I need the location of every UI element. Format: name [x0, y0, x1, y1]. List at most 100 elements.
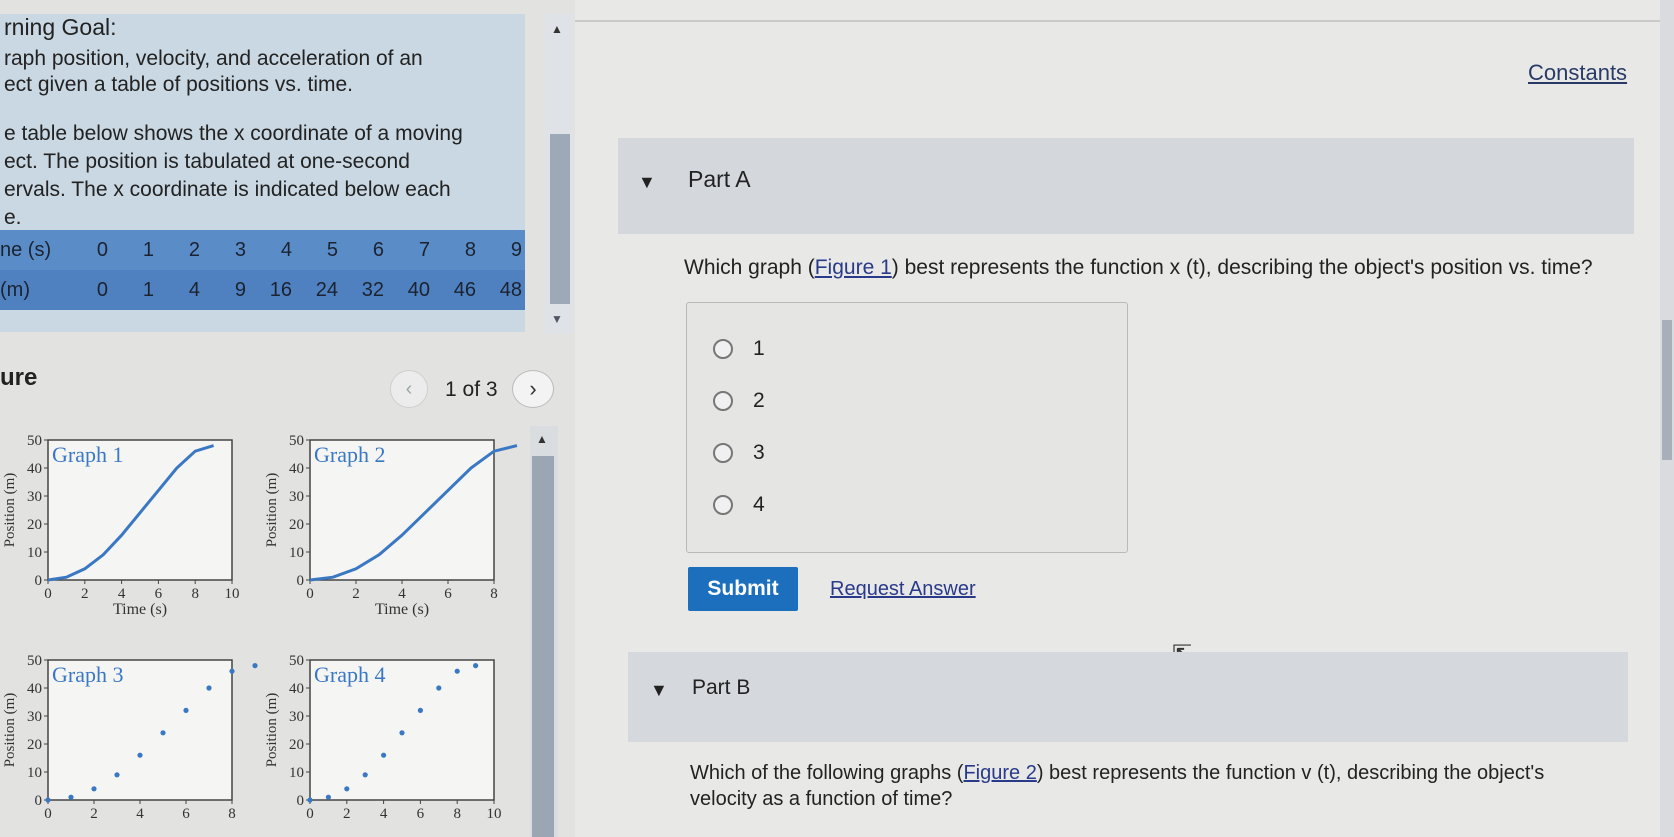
- figure-1-link[interactable]: Figure 1: [815, 256, 892, 279]
- goal-scrollbar[interactable]: ▲ ▼: [545, 14, 573, 334]
- data-point: [307, 797, 313, 803]
- scroll-up-icon[interactable]: ▲: [551, 22, 563, 36]
- y-tick-label: 0: [35, 793, 43, 809]
- time-cell: 7: [418, 238, 430, 261]
- goal-line-1: raph position, velocity, and acceleratio…: [4, 47, 423, 70]
- data-point: [381, 752, 387, 758]
- data-point: [160, 730, 166, 736]
- graph-svg: 50 40 30 20 10 00 2 4 6 8 Graph 2 Position (m) Time …: [264, 433, 518, 618]
- graph-label: Graph 3: [52, 662, 123, 687]
- intro-line-2: ect. The position is tabulated at one-se…: [4, 150, 410, 173]
- y-axis-label: Position (m): [2, 473, 18, 548]
- x-tick-label: 4: [380, 806, 388, 822]
- y-tick-label: 30: [27, 709, 42, 725]
- page: { "goal": { "title": "rning Goal:", "lin…: [0, 0, 1674, 837]
- choice-label: 2: [753, 389, 765, 412]
- graph-label: Graph 1: [52, 442, 123, 467]
- time-cell: 5: [326, 238, 338, 261]
- intro-line-1: e table below shows the x coordinate of …: [4, 122, 463, 145]
- x-tick-label: 0: [44, 586, 52, 602]
- constants-link[interactable]: Constants: [1528, 60, 1627, 86]
- radio-button[interactable]: [713, 339, 733, 359]
- graph-3: 50 40 30 20 10 0 0 2 4 6 8 Graph 3 Position (m): [0, 650, 258, 837]
- y-tick-label: 40: [27, 461, 42, 477]
- graph-svg: 50 40 30 20 10 00 2 4 6 8 Graph 3 Position (m): [2, 653, 258, 822]
- scroll-thumb[interactable]: [532, 456, 554, 837]
- y-tick-label: 40: [289, 461, 304, 477]
- x-tick-label: 2: [352, 586, 360, 602]
- chevron-left-icon: ‹: [405, 378, 413, 400]
- part-b-label: Part B: [692, 676, 751, 699]
- choice-2[interactable]: 2: [713, 389, 765, 413]
- y-tick-label: 30: [27, 489, 42, 505]
- choice-3[interactable]: 3: [713, 441, 765, 465]
- question-text: Which graph (: [684, 256, 815, 279]
- y-tick-label: 10: [27, 545, 42, 561]
- part-b-header[interactable]: ▼ Part B: [628, 652, 1628, 742]
- caret-down-icon: ▼: [638, 172, 656, 192]
- data-point: [91, 786, 97, 792]
- scroll-up-icon[interactable]: ▲: [536, 432, 548, 446]
- time-row-label: ne (s): [0, 238, 52, 261]
- choice-1[interactable]: 1: [713, 337, 765, 361]
- scroll-thumb[interactable]: [1662, 320, 1672, 460]
- position-cell: 46: [453, 278, 476, 301]
- x-axis-label: Time (s): [375, 601, 429, 618]
- graph-label: Graph 4: [314, 662, 385, 687]
- y-tick-label: 10: [27, 765, 42, 781]
- figure-prev-button[interactable]: ‹: [390, 370, 428, 408]
- position-row-label: (m): [0, 278, 30, 301]
- choice-4[interactable]: 4: [713, 493, 765, 517]
- choice-label: 4: [753, 493, 765, 516]
- y-axis-label: Position (m): [2, 693, 18, 768]
- page-scrollbar[interactable]: [1660, 0, 1674, 837]
- x-tick-label: 6: [417, 806, 425, 822]
- y-tick-label: 10: [289, 765, 304, 781]
- graph-label: Graph 2: [314, 442, 385, 467]
- radio-button[interactable]: [713, 443, 733, 463]
- y-tick-label: 30: [289, 489, 304, 505]
- chevron-right-icon: ›: [529, 376, 537, 401]
- position-cell: 24: [315, 278, 338, 301]
- choice-label: 1: [753, 337, 765, 360]
- y-tick-label: 0: [297, 573, 305, 589]
- part-a-header[interactable]: ▼ Part A: [618, 138, 1634, 234]
- figure-counter: 1 of 3: [445, 378, 498, 401]
- x-tick-label: 2: [81, 586, 89, 602]
- time-cell: 9: [510, 238, 522, 261]
- time-cell: 2: [188, 238, 200, 261]
- question-text: ) best represents the function x (t), de…: [891, 256, 1593, 279]
- figure-scrollbar[interactable]: ▲: [530, 426, 558, 837]
- left-panel: rning Goal: raph position, velocity, and…: [0, 0, 554, 837]
- y-tick-label: 20: [27, 737, 42, 753]
- radio-button[interactable]: [713, 391, 733, 411]
- figure-2-link[interactable]: Figure 2: [963, 762, 1036, 784]
- request-answer-link[interactable]: Request Answer: [830, 578, 976, 601]
- position-cell: 48: [499, 278, 522, 301]
- data-point: [454, 668, 460, 674]
- part-a-question: Which graph (Figure 1) best represents t…: [684, 256, 1614, 280]
- y-tick-label: 0: [35, 573, 43, 589]
- x-tick-label: 10: [487, 806, 502, 822]
- graph-2: 50 40 30 20 10 0 0 2 4 6 8 Graph 2 Position (m) Time …: [262, 430, 518, 635]
- position-table: ne (s) 0 1 2 3 4 5 6 7 8 9 (m) 0 1 4 9 16 24 32 40 46 48: [0, 230, 525, 310]
- y-tick-label: 0: [297, 793, 305, 809]
- y-tick-label: 20: [27, 517, 42, 533]
- x-tick-label: 4: [136, 806, 144, 822]
- position-cell: 1: [142, 278, 154, 301]
- radio-button[interactable]: [713, 495, 733, 515]
- data-point: [344, 786, 350, 792]
- submit-button[interactable]: Submit: [688, 567, 798, 611]
- time-cell: 8: [464, 238, 476, 261]
- time-cell: 4: [280, 238, 292, 261]
- figure-next-button[interactable]: ›: [512, 370, 554, 408]
- time-row: ne (s) 0 1 2 3 4 5 6 7 8 9: [0, 230, 525, 270]
- scroll-thumb[interactable]: [550, 134, 570, 304]
- scroll-down-icon[interactable]: ▼: [551, 312, 563, 326]
- position-cell: 0: [96, 278, 108, 301]
- x-tick-label: 4: [398, 586, 406, 602]
- x-tick-label: 2: [90, 806, 98, 822]
- caret-down-icon: ▼: [650, 680, 668, 700]
- data-point: [436, 685, 442, 691]
- y-tick-label: 30: [289, 709, 304, 725]
